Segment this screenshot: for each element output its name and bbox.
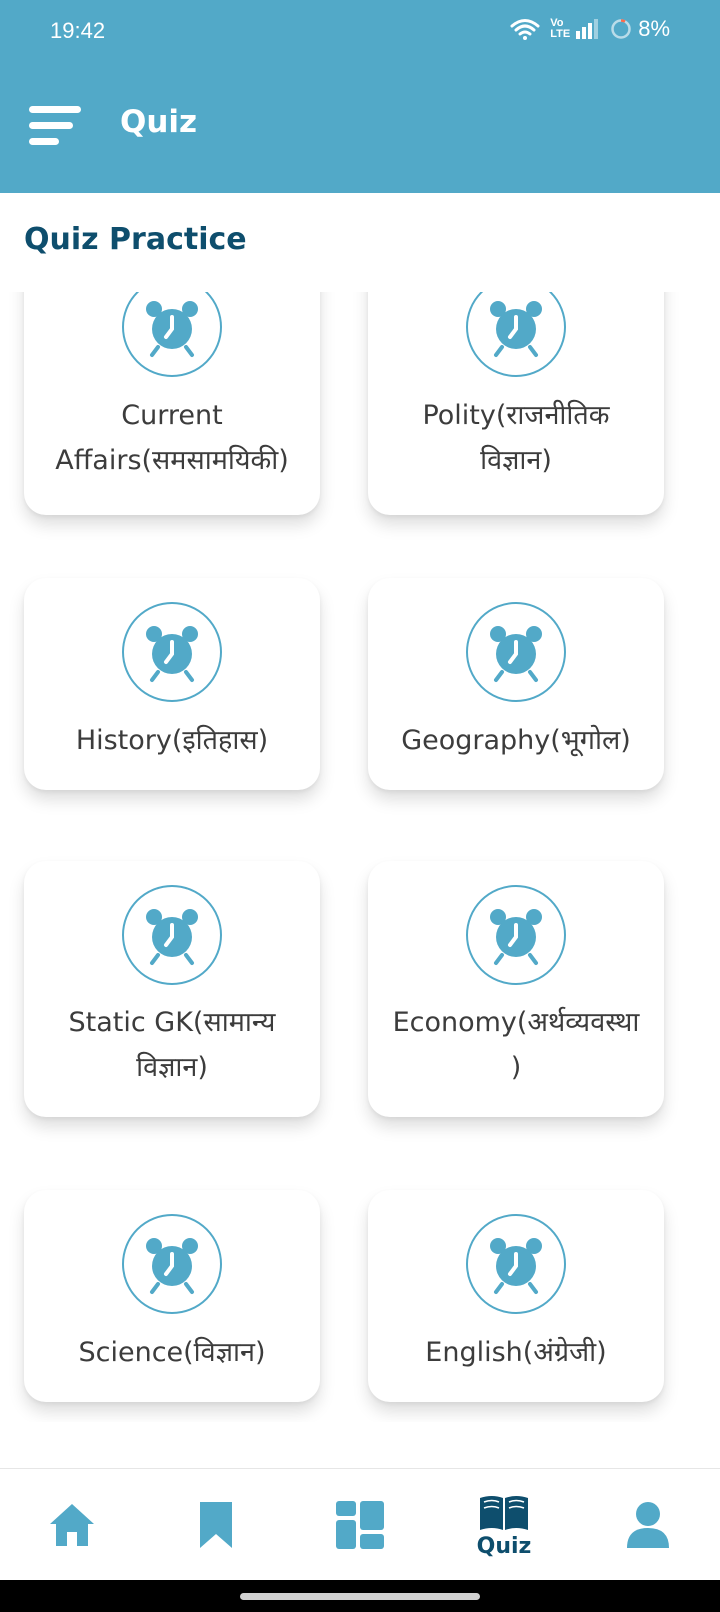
home-icon [50, 1504, 94, 1546]
section-title: Quiz Practice [24, 222, 247, 257]
nav-dashboard[interactable] [320, 1469, 400, 1581]
quiz-card-label: Affairs(समसामयिकी) [55, 445, 289, 476]
user-icon [627, 1502, 669, 1548]
book-icon [480, 1495, 528, 1530]
bookmark-icon [200, 1502, 232, 1548]
quiz-card-science[interactable]: Science(विज्ञान) [24, 1190, 320, 1402]
status-icons: Vo LTE 8% [510, 16, 670, 42]
quiz-card-label: Polity(राजनीतिक [422, 400, 610, 431]
quiz-card-label: History(इतिहास) [75, 725, 269, 756]
quiz-card-polity[interactable]: Polity(राजनीतिक विज्ञान) [368, 292, 664, 515]
nav-quiz[interactable]: Quiz [462, 1469, 546, 1581]
quiz-card-label: Geography(भूगोल) [401, 725, 631, 756]
alarm-clock-icon [122, 292, 222, 377]
menu-line [29, 138, 59, 145]
system-nav-bar [0, 1580, 720, 1612]
battery-ring-icon [611, 19, 631, 39]
alarm-clock-icon [466, 885, 566, 985]
wifi-icon [510, 19, 540, 40]
status-time: 19:42 [50, 18, 106, 43]
menu-button[interactable] [29, 106, 83, 148]
signal-icon [576, 19, 599, 39]
quiz-card-label: विज्ञान) [480, 445, 552, 476]
quiz-card-static-gk[interactable]: Static GK(सामान्य विज्ञान) [24, 861, 320, 1117]
quiz-card-current-affairs[interactable]: Current Affairs(समसामयिकी) [24, 292, 320, 515]
bottom-nav: Quiz [0, 1468, 720, 1580]
quiz-card-economy[interactable]: Economy(अर्थव्यवस्था ) [368, 861, 664, 1117]
alarm-clock-icon [122, 885, 222, 985]
menu-line [29, 122, 73, 129]
volte-icon: Vo LTE [550, 17, 571, 40]
nav-profile[interactable] [608, 1469, 688, 1581]
quiz-card-label: विज्ञान) [136, 1052, 208, 1083]
alarm-clock-icon [122, 1214, 222, 1314]
nav-home[interactable] [32, 1469, 112, 1581]
alarm-clock-icon [466, 292, 566, 377]
quiz-card-label: Economy(अर्थव्यवस्था [392, 1007, 640, 1038]
quiz-card-label: English(अंग्रेजी) [425, 1337, 607, 1368]
alarm-clock-icon [466, 1214, 566, 1314]
grid-icon [336, 1501, 384, 1549]
menu-line [29, 106, 81, 113]
quiz-category-grid[interactable]: Current Affairs(समसामयिकी) Polity(राजनीत… [0, 292, 720, 1422]
alarm-clock-icon [466, 602, 566, 702]
quiz-card-english[interactable]: English(अंग्रेजी) [368, 1190, 664, 1402]
home-gesture-pill[interactable] [240, 1593, 480, 1600]
page-title: Quiz [120, 104, 198, 140]
app-bar: 19:42 Vo LTE 8% Quiz [0, 0, 720, 193]
quiz-card-label: Current [121, 400, 223, 431]
battery-percent: 8% [638, 16, 670, 41]
nav-bookmarks[interactable] [176, 1469, 256, 1581]
nav-quiz-label: Quiz [476, 1533, 532, 1559]
alarm-clock-icon [122, 602, 222, 702]
quiz-card-label: Static GK(सामान्य [68, 1007, 276, 1038]
quiz-card-label: Science(विज्ञान) [78, 1337, 266, 1368]
quiz-card-history[interactable]: History(इतिहास) [24, 578, 320, 790]
quiz-card-geography[interactable]: Geography(भूगोल) [368, 578, 664, 790]
quiz-card-label: ) [510, 1052, 522, 1083]
